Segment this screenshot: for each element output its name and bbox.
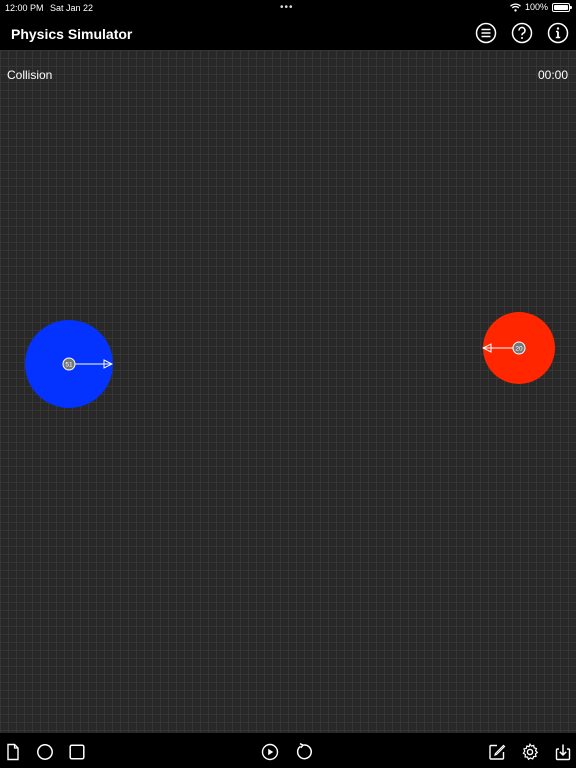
reset-icon[interactable] xyxy=(294,743,312,761)
body-red-label: 20 xyxy=(515,346,523,353)
add-square-icon[interactable] xyxy=(68,743,86,761)
help-icon[interactable] xyxy=(511,22,533,44)
download-icon[interactable] xyxy=(554,743,572,761)
status-indicators: 100% xyxy=(510,2,572,12)
status-bar: 12:00 PM Sat Jan 22 ••• 100% xyxy=(0,0,576,16)
multitasking-dots-icon[interactable]: ••• xyxy=(280,2,294,13)
add-circle-icon[interactable] xyxy=(36,743,54,761)
bottom-toolbar xyxy=(0,733,576,768)
body-blue-label: 51 xyxy=(65,362,73,369)
nav-icons xyxy=(475,22,569,44)
status-date: Sat Jan 22 xyxy=(50,3,94,13)
simulation-canvas[interactable]: 51 20 Collision 00:00 xyxy=(0,50,576,733)
app-title: Physics Simulator xyxy=(11,26,133,42)
battery-icon xyxy=(552,2,572,12)
wifi-icon xyxy=(510,2,521,12)
info-icon[interactable] xyxy=(547,22,569,44)
timer: 00:00 xyxy=(537,68,568,82)
settings-icon[interactable] xyxy=(521,743,539,761)
new-document-icon[interactable] xyxy=(4,743,22,761)
play-icon[interactable] xyxy=(261,743,279,761)
body-red[interactable]: 20 xyxy=(483,312,555,384)
list-icon[interactable] xyxy=(475,22,497,44)
bodies-layer: 51 20 xyxy=(25,312,555,408)
status-time: 12:00 PM xyxy=(5,3,44,13)
edit-icon[interactable] xyxy=(488,743,506,761)
scene-name: Collision xyxy=(7,68,53,82)
battery-percent: 100% xyxy=(524,2,548,12)
nav-bar: Physics Simulator xyxy=(0,16,576,50)
body-blue[interactable]: 51 xyxy=(25,320,113,408)
